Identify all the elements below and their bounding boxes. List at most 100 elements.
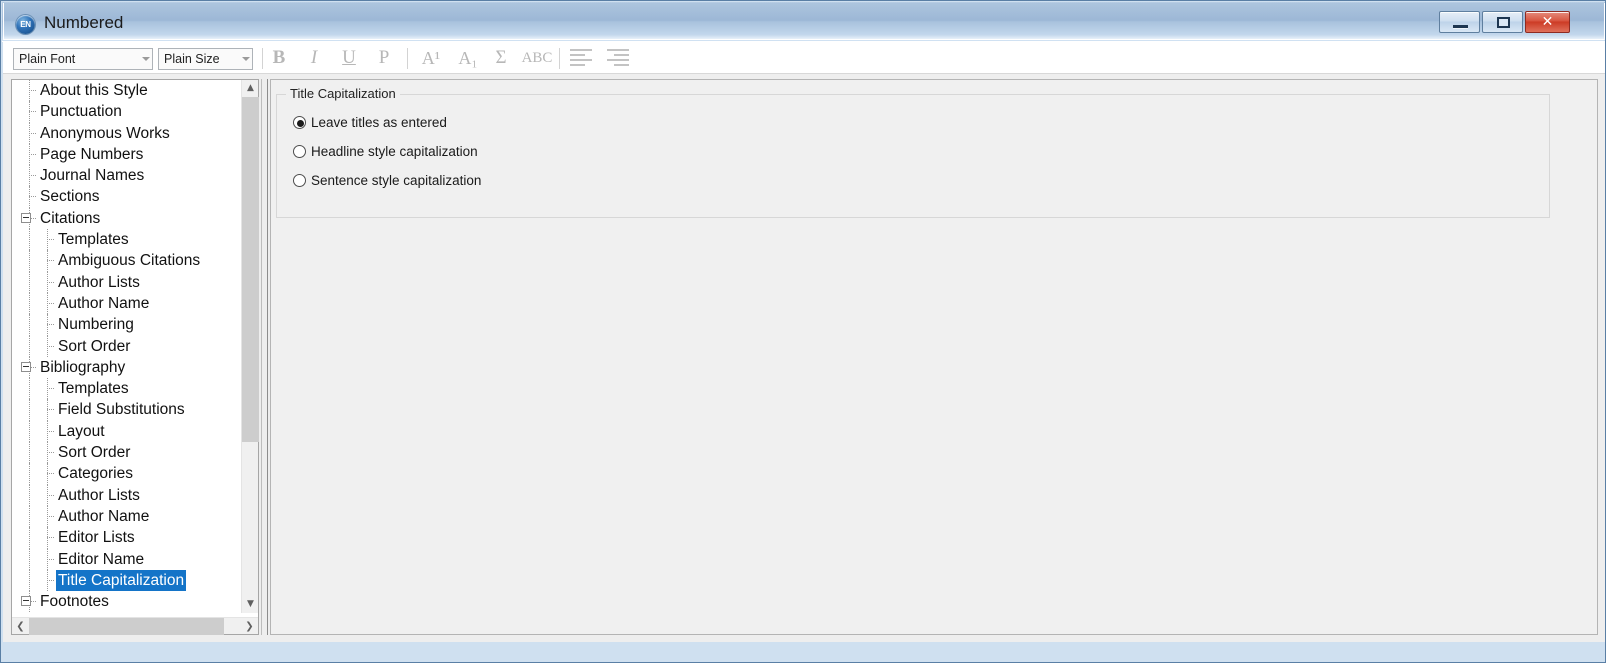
tree-item[interactable]: Punctuation	[12, 101, 241, 123]
tree-connector-line	[29, 314, 30, 336]
tree-item-label: Punctuation	[40, 103, 122, 121]
title-bar[interactable]: EN Numbered ✕	[2, 2, 1605, 42]
tree-item[interactable]: Sections	[12, 186, 241, 208]
tree-item-label: Author Name	[58, 294, 150, 312]
style-sections-tree[interactable]: About this Style Punctuation Anonymous Wor…	[11, 79, 259, 635]
tree-item-label: Footnotes	[40, 593, 109, 611]
scroll-left-icon[interactable]: ❮	[12, 618, 29, 635]
tree-connector-tick	[47, 239, 54, 241]
maximize-button[interactable]	[1482, 11, 1523, 33]
tree-connector-tick	[47, 409, 54, 411]
tree-item-label: Templates	[58, 231, 129, 249]
chevron-down-icon-size[interactable]	[242, 57, 250, 61]
tree-collapse-icon[interactable]	[21, 361, 31, 372]
tree-item-label: Sections	[40, 188, 100, 206]
radio-icon-headline-style[interactable]	[293, 145, 306, 158]
tree-item[interactable]: Field Substitutions	[12, 399, 241, 421]
tree-item-label: Categories	[58, 465, 133, 483]
tree-connector-line	[29, 229, 30, 251]
tree-item-label: Page Numbers	[40, 145, 144, 163]
tree-item-label: Field Substitutions	[58, 401, 185, 419]
tree-connector-tick	[47, 515, 54, 517]
tree-item[interactable]: Editor Lists	[12, 527, 241, 549]
tree-connector-tick	[47, 302, 54, 304]
align-left-icon[interactable]	[570, 49, 592, 67]
spellcheck-button[interactable]: ABC	[515, 44, 559, 72]
scroll-right-icon[interactable]: ❯	[241, 618, 258, 635]
tree-connector-tick	[47, 260, 54, 262]
tree-item[interactable]: Sort Order	[12, 335, 241, 357]
tree-item-label: Citations	[40, 209, 101, 227]
tree-item[interactable]: Page Numbers	[12, 143, 241, 166]
italic-button[interactable]: I	[300, 44, 328, 72]
tree-item-label: Numbering	[58, 316, 134, 334]
endnote-icon: EN	[16, 15, 35, 34]
tree-connector-line	[29, 271, 30, 293]
tree-item[interactable]: Anonymous Works	[12, 122, 241, 144]
tree-connector-line	[29, 399, 30, 421]
endnote-style-editor-window: EN Numbered ✕ Plain Font Plain Size B I …	[0, 0, 1606, 663]
tree-connector-tick	[29, 175, 36, 177]
tree-item[interactable]: About this Style	[12, 80, 241, 102]
tree-item-label: Anonymous Works	[40, 124, 170, 142]
font-size-select[interactable]: Plain Size	[158, 48, 253, 70]
close-button[interactable]: ✕	[1525, 11, 1570, 33]
minimize-icon	[1453, 25, 1468, 28]
tree-item[interactable]: Categories	[12, 463, 241, 485]
tree-connector-line	[29, 527, 30, 549]
tree-item[interactable]: Templates	[12, 378, 241, 400]
font-family-select[interactable]: Plain Font	[13, 48, 153, 70]
scroll-down-icon[interactable]: ▼	[242, 596, 259, 613]
panel-splitter[interactable]	[261, 79, 268, 635]
scroll-up-icon[interactable]: ▲	[242, 80, 259, 97]
tree-item[interactable]: Title Capitalization	[12, 569, 241, 592]
symbol-button[interactable]: Σ	[488, 44, 514, 72]
tree-item[interactable]: Sort Order	[12, 442, 241, 464]
radio-icon-leave-titles[interactable]	[293, 116, 306, 129]
tree-item[interactable]: Bibliography	[12, 356, 241, 379]
status-bar	[3, 642, 1605, 660]
tree-connector-tick	[47, 345, 54, 347]
tree-item[interactable]: Ambiguous Citations	[12, 250, 241, 272]
tree-collapse-icon[interactable]	[21, 596, 31, 607]
tree-horizontal-scrollbar[interactable]: ❮ ❯	[12, 617, 258, 635]
tree-item-label: Bibliography	[40, 358, 126, 376]
tree-item[interactable]: Footnotes	[12, 591, 241, 613]
tree-item[interactable]: Numbering	[12, 314, 241, 336]
subscript-button[interactable]: A₁	[452, 44, 484, 72]
tree-item[interactable]: Journal Names	[12, 165, 241, 187]
tree-item[interactable]: Author Lists	[12, 484, 241, 506]
tree-item-label: Editor Lists	[58, 529, 135, 547]
tree-item[interactable]: Author Name	[12, 292, 241, 315]
underline-button[interactable]: U	[335, 44, 363, 72]
tree-connector-tick	[47, 579, 54, 581]
format-toolbar: Plain Font Plain Size B I U P A¹ A₁ Σ AB…	[3, 42, 1605, 74]
tree-connector-tick	[29, 196, 36, 198]
tree-item[interactable]: Layout	[12, 420, 241, 443]
tree-item-label: Title Capitalization	[56, 569, 187, 592]
vertical-scroll-thumb[interactable]	[242, 97, 259, 442]
tree-item-label: Author Name	[58, 507, 150, 525]
tree-connector-tick	[47, 494, 54, 496]
tree-item[interactable]: Citations	[12, 207, 241, 230]
tree-item[interactable]: Author Name	[12, 505, 241, 528]
horizontal-scroll-thumb[interactable]	[29, 618, 224, 635]
radio-label-leave-titles: Leave titles as entered	[311, 115, 447, 130]
tree-item[interactable]: Editor Name	[12, 548, 241, 570]
tree-connector-tick	[29, 111, 36, 113]
tree-item-label: Ambiguous Citations	[58, 252, 201, 270]
tree-item[interactable]: Author Lists	[12, 271, 241, 293]
tree-item[interactable]: Templates	[12, 229, 241, 251]
tree-connector-tick	[47, 324, 54, 326]
tree-vertical-scrollbar[interactable]: ▲ ▼	[241, 80, 259, 613]
tree-collapse-icon[interactable]	[21, 212, 31, 223]
minimize-button[interactable]	[1439, 11, 1480, 33]
radio-icon-sentence-style[interactable]	[293, 174, 306, 187]
close-icon: ✕	[1541, 14, 1554, 30]
chevron-down-icon-font[interactable]	[142, 57, 150, 61]
align-right-icon[interactable]	[607, 49, 629, 67]
superscript-button[interactable]: A¹	[415, 44, 447, 72]
plain-button[interactable]: P	[370, 44, 398, 72]
bold-button[interactable]: B	[265, 44, 293, 72]
tree-connector-tick	[47, 537, 54, 539]
